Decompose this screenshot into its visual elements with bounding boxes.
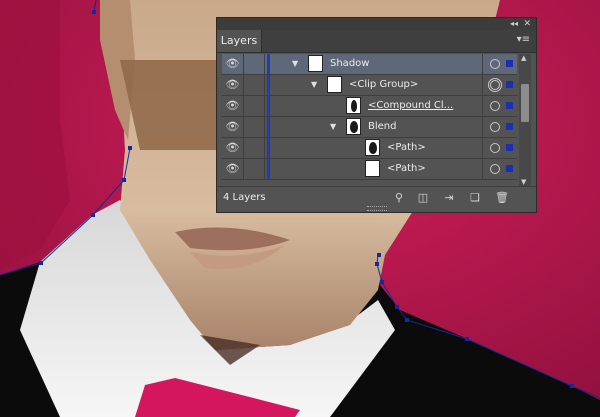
- target-icon[interactable]: [490, 143, 500, 153]
- layer-thumbnail: [308, 55, 323, 72]
- lock-toggle[interactable]: [243, 96, 265, 116]
- layer-count: 4 Layers: [223, 192, 266, 203]
- layer-thumbnail: [365, 139, 380, 156]
- lock-toggle[interactable]: [243, 54, 265, 74]
- visibility-eye-icon[interactable]: 👁: [222, 75, 244, 95]
- selection-indicator[interactable]: [506, 165, 513, 172]
- selection-indicator[interactable]: [506, 144, 513, 151]
- layer-color-bar: [267, 138, 270, 158]
- layer-name[interactable]: <Path>: [387, 138, 426, 158]
- layers-scrollbar[interactable]: ▲ ▼: [519, 54, 531, 186]
- target-icon[interactable]: [490, 122, 500, 132]
- column-divider: [482, 96, 483, 116]
- target-icon[interactable]: [490, 59, 500, 69]
- target-icon[interactable]: [490, 164, 500, 174]
- layer-color-bar: [267, 96, 270, 116]
- collapse-panel-icon[interactable]: ◂◂: [510, 18, 518, 30]
- resize-grip[interactable]: [367, 206, 387, 211]
- target-icon[interactable]: [490, 101, 500, 111]
- layer-name[interactable]: Shadow: [330, 54, 369, 74]
- lock-toggle[interactable]: [243, 75, 265, 95]
- layer-name[interactable]: <Clip Group>: [349, 75, 418, 95]
- expand-triangle-icon[interactable]: ▼: [292, 54, 298, 74]
- expand-triangle-icon[interactable]: ▼: [330, 117, 336, 137]
- tab-layers[interactable]: Layers: [217, 30, 262, 52]
- layer-name[interactable]: <Compound Cl...: [368, 96, 453, 116]
- layer-color-bar: [267, 117, 270, 137]
- column-divider: [482, 117, 483, 137]
- scroll-down-icon[interactable]: ▼: [521, 178, 526, 186]
- layer-row[interactable]: 👁 ▼ Shadow: [222, 54, 517, 75]
- delete-icon[interactable]: 🗑: [495, 191, 509, 205]
- layer-color-bar: [267, 54, 270, 74]
- layer-name[interactable]: Blend: [368, 117, 396, 137]
- layer-row[interactable]: 👁 ▼ <Clip Group>: [222, 75, 517, 96]
- layers-list: 👁 ▼ Shadow 👁 ▼ <Clip Group> 👁 <Compound Cl... 👁 ▼…: [222, 54, 517, 186]
- visibility-eye-icon[interactable]: 👁: [222, 54, 244, 74]
- panel-footer: 4 Layers ⚲ ◫ ⇥ ❏ 🗑: [217, 186, 536, 212]
- visibility-eye-icon[interactable]: 👁: [222, 159, 244, 179]
- target-icon[interactable]: [488, 78, 502, 92]
- visibility-eye-icon[interactable]: 👁: [222, 117, 244, 137]
- layers-panel: ◂◂ ✕ Layers ▾≡ 👁 ▼ Shadow 👁 ▼ <Clip Group> 👁 <C…: [216, 17, 537, 213]
- column-divider: [482, 75, 483, 95]
- column-divider: [482, 159, 483, 179]
- lock-toggle[interactable]: [243, 159, 265, 179]
- layer-thumbnail: [346, 97, 361, 114]
- visibility-eye-icon[interactable]: 👁: [222, 138, 244, 158]
- selection-indicator[interactable]: [506, 81, 513, 88]
- scroll-up-icon[interactable]: ▲: [521, 54, 526, 62]
- layer-row[interactable]: 👁 <Path>: [222, 138, 517, 159]
- layer-color-bar: [267, 75, 270, 95]
- layer-row[interactable]: 👁 <Compound Cl...: [222, 96, 517, 117]
- visibility-eye-icon[interactable]: 👁: [222, 96, 244, 116]
- scroll-thumb[interactable]: [521, 84, 529, 122]
- create-sublayer-icon[interactable]: ⇥: [442, 191, 456, 205]
- lock-toggle[interactable]: [243, 138, 265, 158]
- panel-menu-icon[interactable]: ▾≡: [517, 34, 530, 45]
- locate-object-icon[interactable]: ⚲: [392, 191, 406, 205]
- column-divider: [482, 54, 483, 74]
- column-divider: [482, 138, 483, 158]
- layer-thumbnail: [327, 76, 342, 93]
- selection-indicator[interactable]: [506, 102, 513, 109]
- layer-thumbnail: [346, 118, 361, 135]
- close-panel-icon[interactable]: ✕: [523, 18, 531, 30]
- make-clipping-mask-icon[interactable]: ◫: [416, 191, 430, 205]
- layer-row[interactable]: 👁 ▼ Blend: [222, 117, 517, 138]
- panel-tab-bar: Layers ▾≡: [217, 30, 536, 53]
- layer-row[interactable]: 👁 <Path>: [222, 159, 517, 180]
- create-layer-icon[interactable]: ❏: [468, 191, 482, 205]
- expand-triangle-icon[interactable]: ▼: [311, 75, 317, 95]
- panel-title-bar[interactable]: ◂◂ ✕: [217, 18, 536, 30]
- layer-name[interactable]: <Path>: [387, 159, 426, 179]
- selection-indicator[interactable]: [506, 123, 513, 130]
- selection-indicator[interactable]: [506, 60, 513, 67]
- lock-toggle[interactable]: [243, 117, 265, 137]
- layer-thumbnail: [365, 160, 380, 177]
- layer-color-bar: [267, 159, 270, 179]
